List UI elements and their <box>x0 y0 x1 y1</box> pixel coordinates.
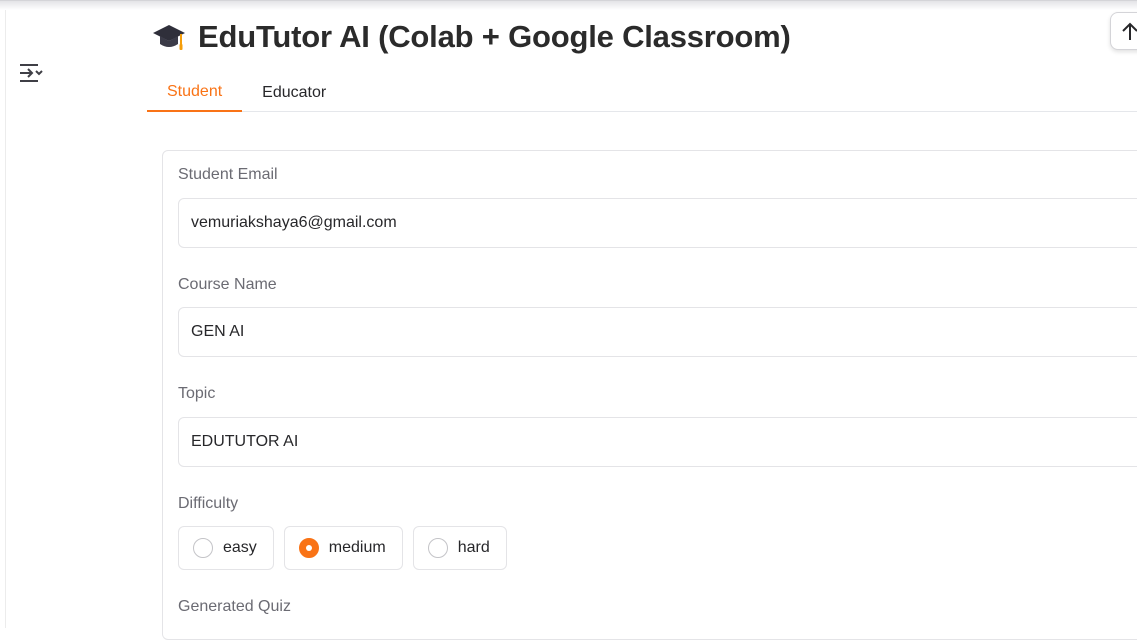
radio-circle <box>427 538 448 558</box>
radio-medium[interactable]: medium <box>283 526 403 570</box>
arrow-up-icon <box>1122 22 1137 40</box>
difficulty-label: Difficulty <box>178 495 239 512</box>
tab-educator[interactable]: Educator <box>242 74 346 112</box>
scroll-to-top-button[interactable] <box>1110 12 1137 50</box>
difficulty-radio-group: easy medium hard <box>178 526 507 570</box>
course-label: Course Name <box>178 276 277 293</box>
tab-student[interactable]: Student <box>147 74 243 112</box>
sidebar-toggle-icon <box>20 64 43 82</box>
left-rail <box>0 10 6 628</box>
email-label: Student Email <box>178 166 278 183</box>
page-title: EduTutor AI (Colab + Google Classroom) <box>198 19 791 54</box>
email-field[interactable]: vemuriakshaya6@gmail.com <box>178 198 1137 248</box>
topic-label: Topic <box>178 385 216 402</box>
radio-label: medium <box>328 539 386 556</box>
quiz-label: Generated Quiz <box>178 598 291 615</box>
top-edge <box>0 0 1137 10</box>
page-header: EduTutor AI (Colab + Google Classroom) <box>152 18 791 56</box>
radio-easy[interactable]: easy <box>178 526 274 570</box>
course-field[interactable]: GEN AI <box>178 307 1137 357</box>
graduation-cap-icon <box>153 25 185 50</box>
radio-label: hard <box>457 539 490 556</box>
radio-label: easy <box>223 539 257 556</box>
radio-hard[interactable]: hard <box>412 526 507 570</box>
topic-field[interactable]: EDUTUTOR AI <box>178 417 1137 467</box>
radio-circle-checked <box>298 538 319 558</box>
tab-bar: Student Educator <box>147 74 1137 112</box>
radio-circle <box>193 538 213 558</box>
sidebar-toggle-button[interactable] <box>14 56 48 90</box>
